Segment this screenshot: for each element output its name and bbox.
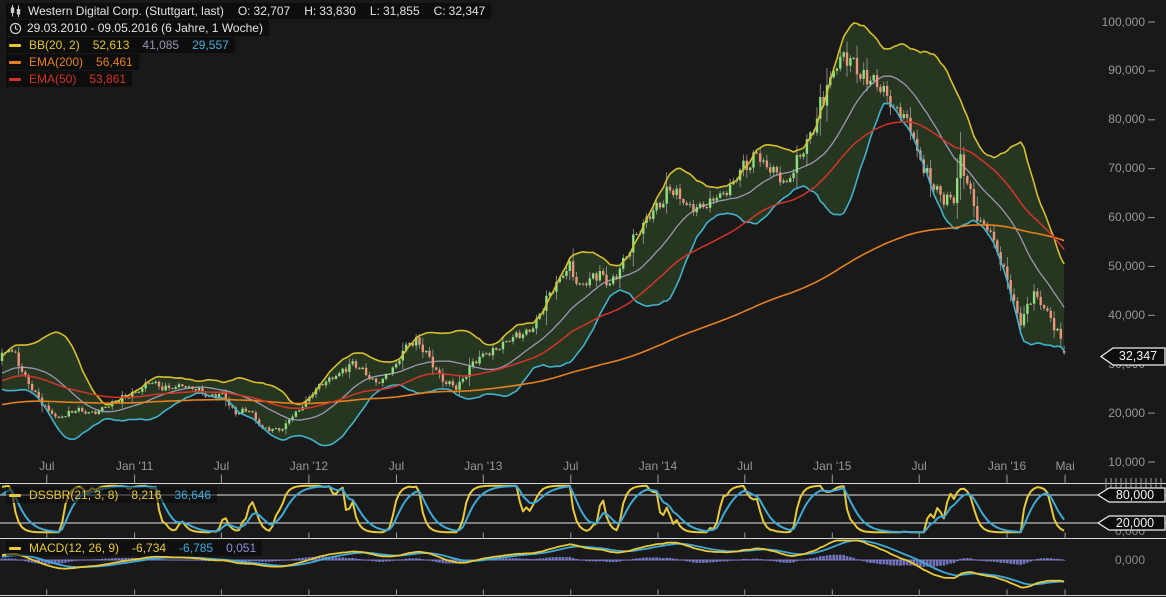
dssbr-lower-level-tag[interactable]: 20,000 xyxy=(1097,515,1166,531)
dssbr-legend-dash-icon xyxy=(9,494,21,497)
low-label: L: xyxy=(370,4,380,18)
main-price-pane[interactable] xyxy=(1,23,1066,446)
ema50-value: 53,861 xyxy=(89,72,126,86)
macd-value2: -6,785 xyxy=(179,541,213,555)
bollinger-label: BB(20, 2) xyxy=(29,38,80,52)
time-axis-label: Jan '11 xyxy=(116,460,153,473)
legend-dssbr[interactable]: DSSBR(21, 3, 8) 8,216 36,646 xyxy=(6,487,217,503)
legend-ema50[interactable]: EMA(50) 53,861 xyxy=(6,71,132,87)
period-row: 29.03.2010 - 09.05.2016 (6 Jahre, 1 Woch… xyxy=(6,20,269,36)
dssbr-value2: 36,646 xyxy=(174,488,211,502)
price-axis-label: 50,000 xyxy=(1087,260,1145,273)
chart-canvas[interactable] xyxy=(0,0,1166,597)
bollinger-middle-value: 41,085 xyxy=(142,38,179,52)
last-price-tag-value: 32,347 xyxy=(1113,347,1163,366)
price-axis-label: 80,000 xyxy=(1087,113,1145,126)
time-axis-label: Jul xyxy=(737,460,752,473)
price-axis-label: 20,000 xyxy=(1087,407,1145,420)
dssbr-lower-tag-value: 20,000 xyxy=(1110,515,1160,531)
time-axis-label: Jul xyxy=(563,460,578,473)
time-axis-label: Jan '14 xyxy=(639,460,677,473)
dssbr-label: DSSBR(21, 3, 8) xyxy=(29,488,118,502)
macd-label: MACD(12, 26, 9) xyxy=(29,541,119,555)
ema50-legend-dash-icon xyxy=(9,78,21,81)
instrument-title-row: Western Digital Corp. (Stuttgart, last) … xyxy=(6,3,491,19)
time-axis-label: Mai xyxy=(1055,460,1074,473)
bollinger-legend-dash-icon xyxy=(9,44,21,47)
time-axis-label: Jan '15 xyxy=(813,460,851,473)
bollinger-upper-value: 52,613 xyxy=(93,38,130,52)
price-axis-label: 100,000 xyxy=(1087,16,1145,29)
time-axis-label: Jan '16 xyxy=(988,460,1026,473)
time-axis-label: Jul xyxy=(911,460,926,473)
last-price-axis-tag[interactable]: 32,347 xyxy=(1100,347,1166,366)
time-axis-label: Jul xyxy=(39,460,54,473)
legend-ema200[interactable]: EMA(200) 56,461 xyxy=(6,54,139,70)
open-value: 32,707 xyxy=(254,4,291,18)
legend-bollinger[interactable]: BB(20, 2) 52,613 41,085 29,557 xyxy=(6,37,235,53)
macd-value3: 0,051 xyxy=(226,541,256,555)
instrument-title: Western Digital Corp. (Stuttgart, last) xyxy=(28,4,224,18)
candlestick-icon xyxy=(9,4,23,18)
high-value: 33,830 xyxy=(319,4,356,18)
dssbr-upper-tag-value: 80,000 xyxy=(1110,487,1160,503)
high-label: H: xyxy=(304,4,316,18)
price-axis-label: 70,000 xyxy=(1087,162,1145,175)
close-label: C: xyxy=(434,4,446,18)
dssbr-value1: 8,216 xyxy=(131,488,161,502)
open-label: O: xyxy=(238,4,251,18)
time-axis-label: Jul xyxy=(389,460,404,473)
dssbr-upper-level-tag[interactable]: 80,000 xyxy=(1097,487,1166,503)
macd-zero-label: 0,000 xyxy=(1087,554,1145,567)
macd-value1: -6,734 xyxy=(132,541,166,555)
close-value: 32,347 xyxy=(449,4,486,18)
ema200-legend-dash-icon xyxy=(9,61,21,64)
ema50-label: EMA(50) xyxy=(29,72,76,86)
price-axis-label: 10,000 xyxy=(1087,456,1145,469)
legend-macd[interactable]: MACD(12, 26, 9) -6,734 -6,785 0,051 xyxy=(6,540,262,556)
time-axis-label: Jul xyxy=(214,460,229,473)
macd-legend-dash-icon xyxy=(9,547,21,550)
chart-window: Western Digital Corp. (Stuttgart, last) … xyxy=(0,0,1166,597)
price-axis-label: 40,000 xyxy=(1087,309,1145,322)
period-text: 29.03.2010 - 09.05.2016 (6 Jahre, 1 Woch… xyxy=(27,21,263,35)
ema200-value: 56,461 xyxy=(96,55,133,69)
low-value: 31,855 xyxy=(383,4,420,18)
ema200-label: EMA(200) xyxy=(29,55,83,69)
bollinger-lower-value: 29,557 xyxy=(192,38,229,52)
time-axis-label: Jan '13 xyxy=(464,460,502,473)
price-axis-label: 90,000 xyxy=(1087,64,1145,77)
time-axis-label: Jan '12 xyxy=(290,460,328,473)
price-axis-label: 60,000 xyxy=(1087,211,1145,224)
clock-icon xyxy=(9,22,22,35)
